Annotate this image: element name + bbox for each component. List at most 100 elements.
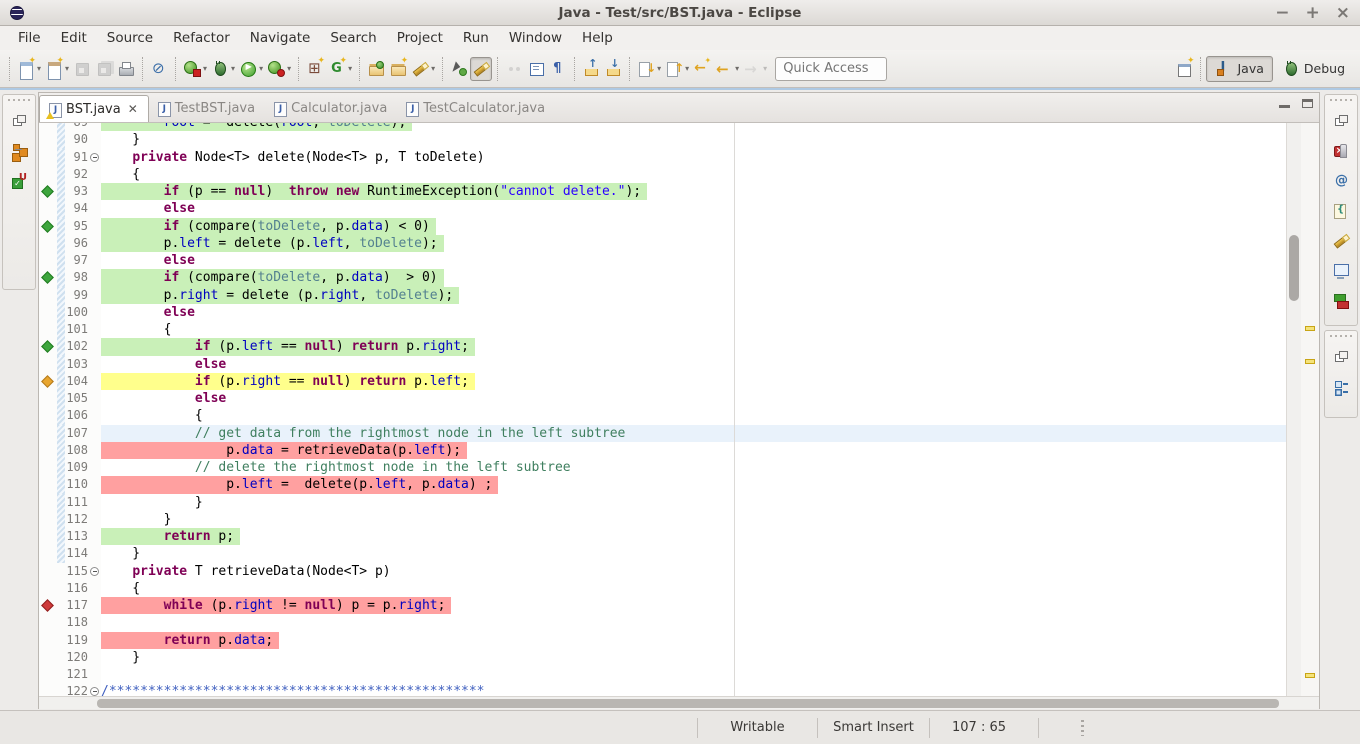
- menu-source[interactable]: Source: [97, 30, 163, 46]
- dropdown-arrow-icon[interactable]: ▾: [37, 64, 41, 73]
- next-annotation-button[interactable]: ▾: [635, 57, 663, 81]
- line-number[interactable]: 105: [65, 390, 89, 407]
- line-number[interactable]: 106: [65, 407, 89, 424]
- close-button[interactable]: ×: [1336, 0, 1350, 26]
- line-number[interactable]: 107: [65, 425, 89, 442]
- restore-views-button[interactable]: [8, 109, 30, 133]
- line-number[interactable]: 112: [65, 511, 89, 528]
- tab-testbst-java[interactable]: TestBST.java: [149, 95, 265, 122]
- line-number[interactable]: 101: [65, 321, 89, 338]
- dropdown-arrow-icon[interactable]: ▾: [259, 64, 263, 73]
- maximize-button[interactable]: +: [1306, 0, 1320, 26]
- warning-annotation-mark[interactable]: [1305, 326, 1315, 331]
- line-number[interactable]: 119: [65, 632, 89, 649]
- code-text[interactable]: else: [101, 390, 1287, 407]
- skip-all-breakpoints-button[interactable]: [148, 57, 170, 81]
- horizontal-scrollbar-thumb[interactable]: [97, 699, 1279, 708]
- code-text[interactable]: else: [101, 252, 1287, 269]
- line-number[interactable]: 90: [65, 131, 89, 148]
- package-explorer-view-button[interactable]: [8, 139, 30, 163]
- code-text[interactable]: if (compare(toDelete, p.data) < 0): [101, 218, 1287, 235]
- line-number[interactable]: 120: [65, 649, 89, 666]
- code-text[interactable]: p.left = delete (p.left, toDelete);: [101, 235, 1287, 252]
- problems-view-button[interactable]: [1330, 139, 1352, 163]
- menu-run[interactable]: Run: [453, 30, 499, 46]
- java-perspective-button[interactable]: Java: [1206, 56, 1272, 82]
- horizontal-scrollbar[interactable]: [39, 696, 1319, 709]
- minimize-button[interactable]: −: [1275, 0, 1289, 26]
- line-number[interactable]: 103: [65, 356, 89, 373]
- code-text[interactable]: }: [101, 131, 1287, 148]
- code-text[interactable]: }: [101, 511, 1287, 528]
- warning-annotation-mark[interactable]: [1305, 359, 1315, 364]
- quick-access-input[interactable]: [775, 57, 887, 81]
- console-view-button[interactable]: [1330, 259, 1352, 283]
- debug-perspective-button[interactable]: Debug: [1273, 56, 1354, 82]
- dropdown-arrow-icon[interactable]: ▾: [735, 64, 739, 73]
- line-number[interactable]: 118: [65, 614, 89, 631]
- menu-refactor[interactable]: Refactor: [163, 30, 240, 46]
- vertical-scrollbar[interactable]: [1286, 123, 1301, 696]
- code-text[interactable]: return p;: [101, 528, 1287, 545]
- line-number[interactable]: 113: [65, 528, 89, 545]
- code-text[interactable]: }: [101, 545, 1287, 562]
- previous-edit-button[interactable]: [580, 57, 602, 81]
- dropdown-arrow-icon[interactable]: ▾: [65, 64, 69, 73]
- open-type-button[interactable]: [365, 57, 387, 81]
- line-number[interactable]: 117: [65, 597, 89, 614]
- collapse-icon[interactable]: [90, 687, 99, 696]
- dropdown-arrow-icon[interactable]: ▾: [348, 64, 352, 73]
- new-java-class-button[interactable]: [304, 57, 326, 81]
- code-text[interactable]: else: [101, 356, 1287, 373]
- line-number[interactable]: 110: [65, 476, 89, 493]
- tab-calculator-java[interactable]: Calculator.java: [265, 95, 397, 122]
- code-text[interactable]: else: [101, 304, 1287, 321]
- code-text[interactable]: root = delete(root, toDelete);: [101, 123, 1287, 131]
- code-text[interactable]: [101, 614, 1287, 631]
- javadoc-view-button[interactable]: [1330, 169, 1352, 193]
- line-number[interactable]: 111: [65, 494, 89, 511]
- line-number[interactable]: 96: [65, 235, 89, 252]
- warning-annotation-mark[interactable]: [1305, 673, 1315, 678]
- tab-testcalculator-java[interactable]: TestCalculator.java: [397, 95, 555, 122]
- line-number[interactable]: 97: [65, 252, 89, 269]
- search-view-button[interactable]: [1330, 229, 1352, 253]
- rail-drag-handle[interactable]: [8, 97, 30, 102]
- line-number[interactable]: 122: [65, 683, 89, 696]
- coverage-partial-marker-icon[interactable]: [41, 375, 54, 388]
- collapse-icon[interactable]: [90, 153, 99, 162]
- outline-view-button[interactable]: [1330, 375, 1352, 399]
- line-number[interactable]: 104: [65, 373, 89, 390]
- line-number[interactable]: 95: [65, 218, 89, 235]
- dropdown-arrow-icon[interactable]: ▾: [685, 64, 689, 73]
- line-number[interactable]: 100: [65, 304, 89, 321]
- code-text[interactable]: // delete the rightmost node in the left…: [101, 459, 1287, 476]
- line-number[interactable]: 121: [65, 666, 89, 683]
- coverage-full-marker-icon[interactable]: [41, 185, 54, 198]
- coverage-view-button[interactable]: [1330, 289, 1352, 313]
- dropdown-arrow-icon[interactable]: ▾: [287, 64, 291, 73]
- code-text[interactable]: if (compare(toDelete, p.data) > 0): [101, 269, 1287, 286]
- line-number[interactable]: 108: [65, 442, 89, 459]
- code-text[interactable]: if (p.left == null) return p.right;: [101, 338, 1287, 355]
- code-text[interactable]: return p.data;: [101, 632, 1287, 649]
- search-button[interactable]: ▾: [409, 57, 437, 81]
- print-button[interactable]: [115, 57, 137, 81]
- code-text[interactable]: private T retrieveData(Node<T> p): [101, 563, 1287, 580]
- code-editor[interactable]: 89 root = delete(root, toDelete);90 }91 …: [39, 123, 1319, 696]
- code-text[interactable]: /***************************************…: [101, 683, 1287, 696]
- menu-project[interactable]: Project: [387, 30, 453, 46]
- menu-navigate[interactable]: Navigate: [240, 30, 321, 46]
- dropdown-arrow-icon[interactable]: ▾: [657, 64, 661, 73]
- junit-view-button[interactable]: [8, 169, 30, 193]
- last-edit-arrow-button[interactable]: [691, 57, 713, 81]
- code-text[interactable]: if (p == null) throw new RuntimeExceptio…: [101, 183, 1287, 200]
- code-text[interactable]: p.right = delete (p.right, toDelete);: [101, 287, 1287, 304]
- vertical-scrollbar-thumb[interactable]: [1289, 235, 1299, 301]
- code-text[interactable]: p.data = retrieveData(p.left);: [101, 442, 1287, 459]
- rail-drag-handle[interactable]: [1330, 333, 1352, 338]
- show-source-button[interactable]: [525, 57, 547, 81]
- code-text[interactable]: while (p.right != null) p = p.right;: [101, 597, 1287, 614]
- close-tab-icon[interactable]: ✕: [128, 102, 138, 116]
- menu-help[interactable]: Help: [572, 30, 623, 46]
